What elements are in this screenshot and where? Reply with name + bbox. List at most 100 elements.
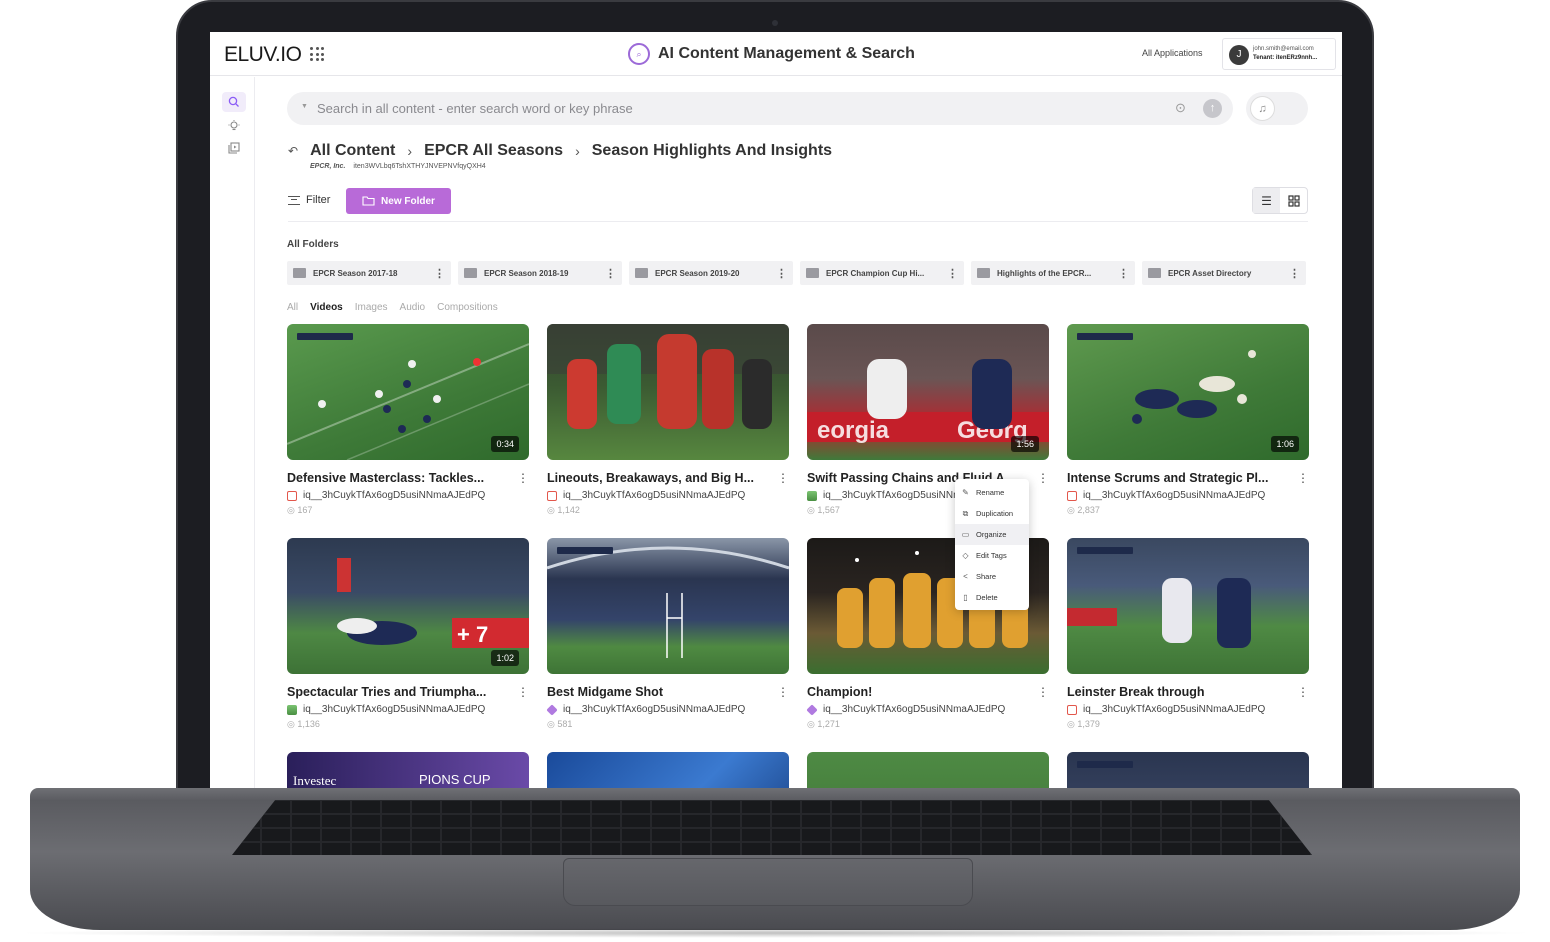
- view-count: 1,379: [1077, 719, 1100, 729]
- apps-grid-icon[interactable]: [310, 47, 324, 61]
- search-icon[interactable]: [222, 92, 246, 112]
- video-thumbnail[interactable]: 0:34: [287, 324, 529, 460]
- video-thumbnail[interactable]: eorgia Georg 1:56: [807, 324, 1049, 460]
- menu-item-share[interactable]: < Share: [955, 566, 1029, 587]
- menu-item-delete[interactable]: ▯ Delete: [955, 587, 1029, 608]
- more-options-icon[interactable]: ⋮: [776, 267, 787, 280]
- lightbulb-icon[interactable]: [222, 116, 246, 136]
- tab-all[interactable]: All: [287, 302, 298, 313]
- media-card[interactable]: Investec PIONS CUP: [287, 752, 529, 788]
- more-options-icon[interactable]: ⋮: [434, 267, 445, 280]
- tab-compositions[interactable]: Compositions: [437, 302, 498, 313]
- media-library-icon[interactable]: [222, 138, 246, 158]
- video-thumbnail[interactable]: [547, 324, 789, 460]
- card-title[interactable]: Defensive Masterclass: Tackles...: [287, 471, 509, 485]
- media-card[interactable]: 1:06 Intense Scrums and Strategic Pl... ⋮…: [1067, 324, 1309, 516]
- media-card[interactable]: [807, 752, 1049, 788]
- tab-images[interactable]: Images: [355, 302, 388, 313]
- more-options-icon[interactable]: ⋮: [517, 471, 529, 485]
- menu-label: Duplication: [976, 509, 1014, 518]
- menu-item-rename[interactable]: ✎ Rename: [955, 482, 1029, 503]
- menu-label: Delete: [976, 593, 998, 602]
- more-options-icon[interactable]: ⋮: [1289, 267, 1300, 280]
- divider: [288, 221, 1308, 222]
- more-options-icon[interactable]: ⋮: [517, 685, 529, 699]
- more-options-icon[interactable]: ⋮: [1297, 471, 1309, 485]
- laptop-trackpad: [563, 858, 973, 906]
- video-thumbnail[interactable]: [547, 538, 789, 674]
- view-count: 1,271: [817, 719, 840, 729]
- folder-name: EPCR Asset Directory: [1168, 268, 1252, 278]
- card-title[interactable]: Intense Scrums and Strategic Pl...: [1067, 471, 1289, 485]
- breadcrumb-item-epcr-all-seasons[interactable]: EPCR All Seasons: [424, 142, 563, 160]
- media-card[interactable]: [547, 752, 789, 788]
- folder-item[interactable]: EPCR Season 2017-18 ⋮: [287, 261, 451, 285]
- card-title[interactable]: Leinster Break through: [1067, 685, 1289, 699]
- grid-view-icon[interactable]: [1280, 188, 1307, 213]
- menu-item-edit-tags[interactable]: ◇ Edit Tags: [955, 545, 1029, 566]
- app-title-text: AI Content Management & Search: [658, 45, 915, 62]
- media-card[interactable]: + 7 1:02 Spectacular Tries and Triumpha.…: [287, 538, 529, 730]
- breadcrumb-item-all-content[interactable]: All Content: [310, 142, 395, 160]
- folder-name: EPCR Season 2018-19: [484, 268, 569, 278]
- card-title[interactable]: Spectacular Tries and Triumpha...: [287, 685, 509, 699]
- more-options-icon[interactable]: ⋮: [777, 685, 789, 699]
- folder-item[interactable]: EPCR Season 2018-19 ⋮: [458, 261, 622, 285]
- tab-audio[interactable]: Audio: [400, 302, 426, 313]
- card-title[interactable]: Best Midgame Shot: [547, 685, 769, 699]
- folder-item[interactable]: EPCR Asset Directory ⋮: [1142, 261, 1306, 285]
- media-card[interactable]: Best Midgame Shot ⋮ iq__3hCuykTfAx6ogD5us…: [546, 538, 789, 730]
- chevron-down-icon[interactable]: ▼: [301, 103, 308, 110]
- composition-type-icon: [546, 703, 558, 716]
- search-input[interactable]: Search in all content - enter search wor…: [317, 101, 633, 116]
- video-thumbnail[interactable]: [547, 752, 789, 788]
- more-options-icon[interactable]: ⋮: [605, 267, 616, 280]
- music-search-toggle[interactable]: ♫: [1246, 92, 1308, 125]
- media-card[interactable]: [1067, 752, 1309, 788]
- menu-item-organize[interactable]: ▭ Organize: [955, 524, 1029, 545]
- content-id: iq__3hCuykTfAx6ogD5usiNNmaAJEdPQ: [563, 490, 746, 501]
- folders-heading: All Folders: [287, 239, 339, 250]
- submit-search-icon[interactable]: ↑: [1203, 99, 1222, 118]
- card-title[interactable]: Lineouts, Breakaways, and Big H...: [547, 471, 769, 485]
- view-toggle: ☰: [1252, 187, 1308, 214]
- search-bar[interactable]: ▼ Search in all content - enter search w…: [287, 92, 1233, 125]
- duration-badge: 1:06: [1271, 436, 1299, 452]
- list-view-icon[interactable]: ☰: [1253, 188, 1280, 213]
- duration-badge: 0:34: [491, 436, 519, 452]
- video-thumbnail[interactable]: [807, 752, 1049, 788]
- more-options-icon[interactable]: ⋮: [777, 471, 789, 485]
- video-thumbnail[interactable]: Investec PIONS CUP: [287, 752, 529, 788]
- video-thumbnail[interactable]: + 7 1:02: [287, 538, 529, 674]
- context-menu: ✎ Rename ⧉ Duplication ▭ Organize ◇ Edit Tag…: [955, 479, 1029, 610]
- tenant-id: iten3WVLbq6TshXTHYJNVEPNVfqyQXH4: [353, 163, 486, 170]
- more-options-icon[interactable]: ⋮: [1037, 471, 1049, 485]
- folder-item[interactable]: EPCR Season 2019-20 ⋮: [629, 261, 793, 285]
- media-card[interactable]: 0:34 Defensive Masterclass: Tackles... ⋮ …: [287, 324, 529, 516]
- media-card[interactable]: Leinster Break through ⋮ iq__3hCuykTfAx6o…: [1067, 538, 1309, 730]
- content-id: iq__3hCuykTfAx6ogD5usiNNmaAJEdPQ: [563, 704, 746, 715]
- video-thumbnail[interactable]: 1:06: [1067, 324, 1309, 460]
- app-logo[interactable]: ELUV.IO: [224, 43, 302, 67]
- tab-videos[interactable]: Videos: [310, 302, 343, 313]
- folder-item[interactable]: Highlights of the EPCR... ⋮: [971, 261, 1135, 285]
- card-title[interactable]: Champion!: [807, 685, 1029, 699]
- more-options-icon[interactable]: ⋮: [1118, 267, 1129, 280]
- menu-label: Rename: [976, 488, 1005, 497]
- video-thumbnail[interactable]: [1067, 752, 1309, 788]
- all-applications-link[interactable]: All Applications: [1142, 48, 1203, 58]
- image-search-icon[interactable]: ⊙: [1175, 100, 1186, 116]
- folder-icon: [1148, 268, 1161, 278]
- more-options-icon[interactable]: ⋮: [947, 267, 958, 280]
- more-options-icon[interactable]: ⋮: [1037, 685, 1049, 699]
- folder-item[interactable]: EPCR Champion Cup Hi... ⋮: [800, 261, 964, 285]
- video-thumbnail[interactable]: [1067, 538, 1309, 674]
- back-arrow-icon[interactable]: ↶: [288, 144, 298, 158]
- menu-item-duplication[interactable]: ⧉ Duplication: [955, 503, 1029, 524]
- more-options-icon[interactable]: ⋮: [1297, 685, 1309, 699]
- filter-button[interactable]: Filter: [288, 194, 330, 206]
- media-card[interactable]: Lineouts, Breakaways, and Big H... ⋮ iq__…: [547, 324, 789, 516]
- user-menu[interactable]: J john.smith@email.com Tenant: itenERz9n…: [1222, 38, 1336, 70]
- new-folder-button[interactable]: New Folder: [346, 188, 451, 214]
- view-count: 2,837: [1077, 505, 1100, 515]
